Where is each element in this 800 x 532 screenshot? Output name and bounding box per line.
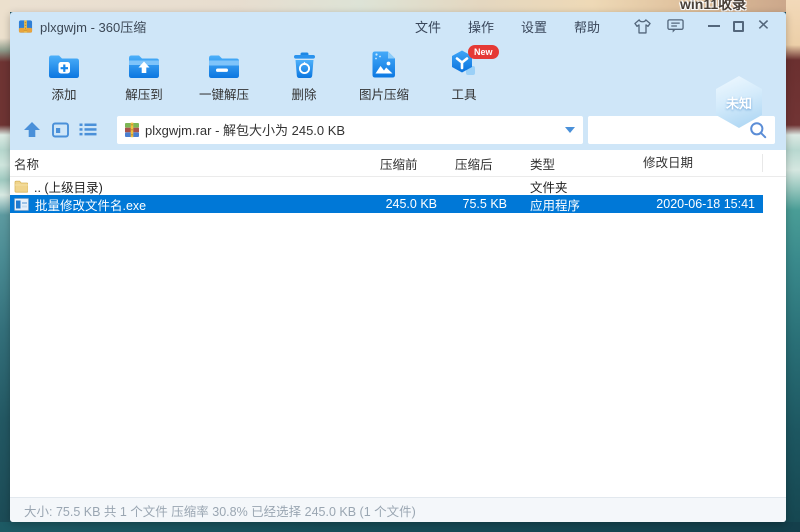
image-compress-button[interactable]: 图片压缩 <box>344 49 424 103</box>
close-button[interactable]: ✕ <box>751 16 776 36</box>
one-click-extract-label: 一键解压 <box>198 88 249 102</box>
new-badge: New <box>468 45 499 59</box>
file-list-empty-area[interactable] <box>10 213 786 497</box>
one-click-extract-button[interactable]: 一键解压 <box>184 49 264 103</box>
menu-file[interactable]: 文件 <box>415 17 441 36</box>
extract-to-button[interactable]: 解压到 <box>104 49 184 103</box>
folder-extract-to-icon <box>128 49 160 79</box>
image-compress-icon <box>371 49 397 79</box>
skin-theme-icon[interactable] <box>633 18 652 35</box>
header-type[interactable]: 类型 <box>517 154 640 173</box>
add-button[interactable]: 添加 <box>24 49 104 103</box>
trash-icon <box>291 49 318 79</box>
app-window: plxgwjm - 360压缩 文件 操作 设置 帮助 ✕ 添加 解压到 一键解… <box>10 12 786 522</box>
search-input[interactable] <box>596 122 749 137</box>
tools-button[interactable]: 工具 New <box>424 45 504 103</box>
extract-to-label: 解压到 <box>125 88 163 102</box>
close-icon: ✕ <box>756 17 771 34</box>
image-compress-label: 图片压缩 <box>358 88 409 102</box>
toolbar: 添加 解压到 一键解压 删除 图片压缩 工具 New 未知 <box>10 40 786 128</box>
security-badge-label: 未知 <box>725 95 752 111</box>
list-view-icon[interactable] <box>79 122 97 137</box>
desktop-background-left <box>0 0 10 532</box>
minimize-icon <box>707 25 720 27</box>
window-title: plxgwjm - 360压缩 <box>40 19 147 35</box>
add-label: 添加 <box>51 88 77 102</box>
folder-icon <box>14 180 28 193</box>
header-size-after[interactable]: 压缩后 <box>447 154 517 173</box>
menu-operate[interactable]: 操作 <box>468 17 494 36</box>
list-header-row: 名称 压缩前 压缩后 类型 修改日期 <box>10 150 786 177</box>
row-size-after: 75.5 KB <box>462 197 507 211</box>
file-list: 名称 压缩前 压缩后 类型 修改日期 .. (上级目录) 文件夹 批量修改文件名… <box>10 150 786 497</box>
rar-file-icon <box>124 122 140 138</box>
search-icon[interactable] <box>749 121 767 139</box>
title-bar[interactable]: plxgwjm - 360压缩 文件 操作 设置 帮助 ✕ <box>10 12 786 40</box>
address-bar: plxgwjm.rar - 解包大小为 245.0 KB <box>10 113 786 150</box>
chevron-down-icon[interactable] <box>565 126 575 133</box>
desktop-background-bottom <box>0 522 800 532</box>
row-type: 应用程序 <box>530 198 581 213</box>
status-bar: 大小: 75.5 KB 共 1 个文件 压缩率 30.8% 已经选择 245.0… <box>10 497 786 522</box>
feedback-icon[interactable] <box>667 18 684 34</box>
desktop-background-right <box>786 0 800 532</box>
view-mode-icon[interactable] <box>52 122 69 138</box>
maximize-button[interactable] <box>726 16 751 36</box>
maximize-icon <box>733 20 744 32</box>
row-name: .. (上级目录) <box>34 180 103 195</box>
header-size-before[interactable]: 压缩前 <box>372 154 447 173</box>
archive-path-combobox[interactable]: plxgwjm.rar - 解包大小为 245.0 KB <box>117 115 583 144</box>
delete-label: 删除 <box>291 88 317 102</box>
up-level-icon[interactable] <box>22 121 42 138</box>
table-row-selected-file[interactable]: 批量修改文件名.exe 245.0 KB 75.5 KB 应用程序 2020-0… <box>10 195 763 213</box>
row-size-before: 245.0 KB <box>385 197 437 211</box>
app-archive-icon <box>18 19 33 34</box>
header-name[interactable]: 名称 <box>10 154 372 173</box>
folder-one-click-extract-icon <box>208 49 240 79</box>
folder-add-icon <box>48 49 80 79</box>
row-name: 批量修改文件名.exe <box>35 198 147 213</box>
row-type: 文件夹 <box>530 180 568 195</box>
minimize-button[interactable] <box>701 16 726 36</box>
row-modified: 2020-06-18 15:41 <box>656 197 755 211</box>
archive-path-value: plxgwjm.rar - 解包大小为 245.0 KB <box>145 123 346 138</box>
header-modified[interactable]: 修改日期 <box>640 154 763 172</box>
delete-button[interactable]: 删除 <box>264 49 344 103</box>
menu-settings[interactable]: 设置 <box>521 17 547 36</box>
menu-help[interactable]: 帮助 <box>574 17 600 36</box>
exe-icon <box>14 197 29 211</box>
table-row-parent-dir[interactable]: .. (上级目录) 文件夹 <box>10 177 763 195</box>
status-text: 大小: 75.5 KB 共 1 个文件 压缩率 30.8% 已经选择 245.0… <box>24 504 416 519</box>
tools-label: 工具 <box>451 88 477 102</box>
